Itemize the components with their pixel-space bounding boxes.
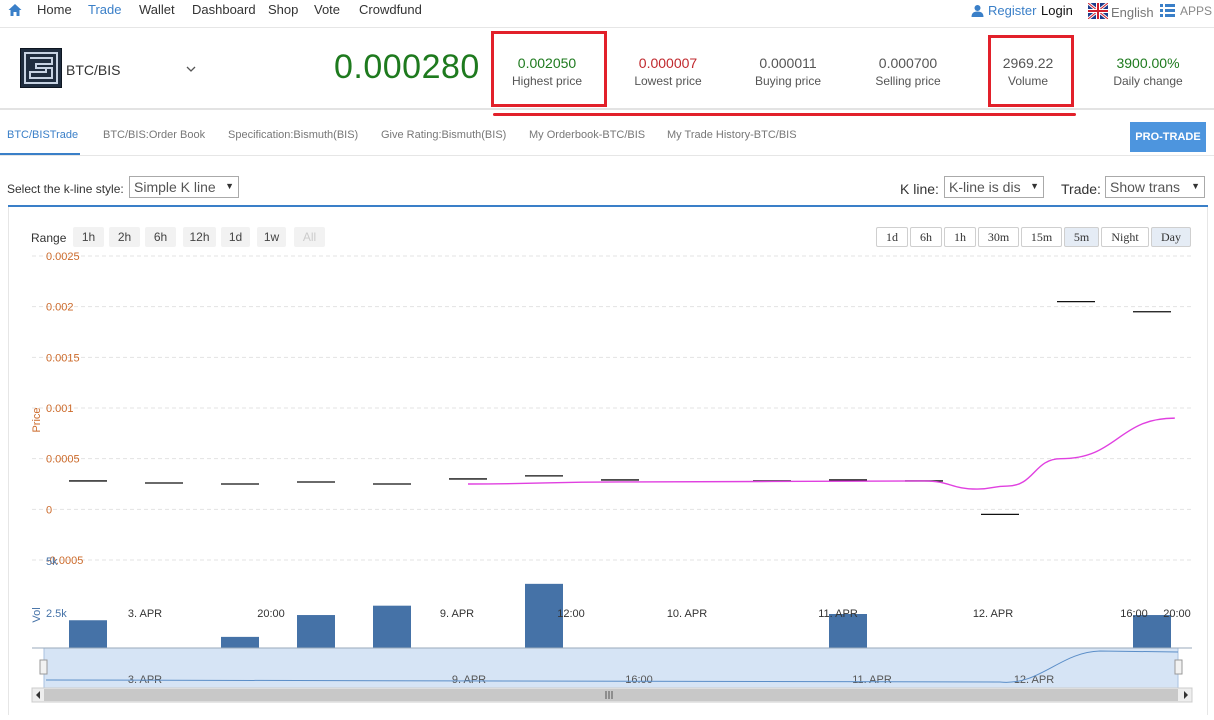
price-tick-label: 0.002 [46, 302, 74, 314]
volume-tick-label: 2.5k [46, 608, 67, 620]
price-line [467, 417, 1175, 490]
navigator-handle-left [39, 659, 48, 675]
x-tick-label: 12. APR [973, 608, 1013, 620]
x-tick-label: 20:00 [1163, 608, 1191, 620]
price-tick-label: 0.0015 [46, 352, 80, 364]
navigator-handle-right [1174, 659, 1183, 675]
price-tick-label: 0 [46, 504, 52, 516]
x-tick-label: 3. APR [128, 608, 162, 620]
x-tick-label: 16:00 [1120, 608, 1148, 620]
navigator-tick-label: 9. APR [452, 674, 486, 686]
price-tick-label: 0.0005 [46, 454, 80, 466]
price-tick-label: 0.001 [46, 403, 74, 415]
navigator-tick-label: 16:00 [625, 674, 653, 686]
x-tick-label: 20:00 [257, 608, 285, 620]
x-tick-label: 11. APR [818, 608, 858, 620]
price-axis-label: Price [31, 407, 43, 432]
x-tick-label: 12:00 [557, 608, 585, 620]
volume-axis-label: Vol [31, 607, 43, 622]
price-chart[interactable]: 0.00250.0020.00150.0010.00050-0.0005Pric… [0, 0, 1214, 720]
x-tick-label: 9. APR [440, 608, 474, 620]
volume-tick-label: 5k [46, 556, 58, 568]
navigator-tick-label: 11. APR [852, 674, 892, 686]
scrollbar-thumb [44, 689, 1178, 701]
x-tick-label: 10. APR [667, 608, 707, 620]
price-tick-label: 0.0025 [46, 251, 80, 263]
